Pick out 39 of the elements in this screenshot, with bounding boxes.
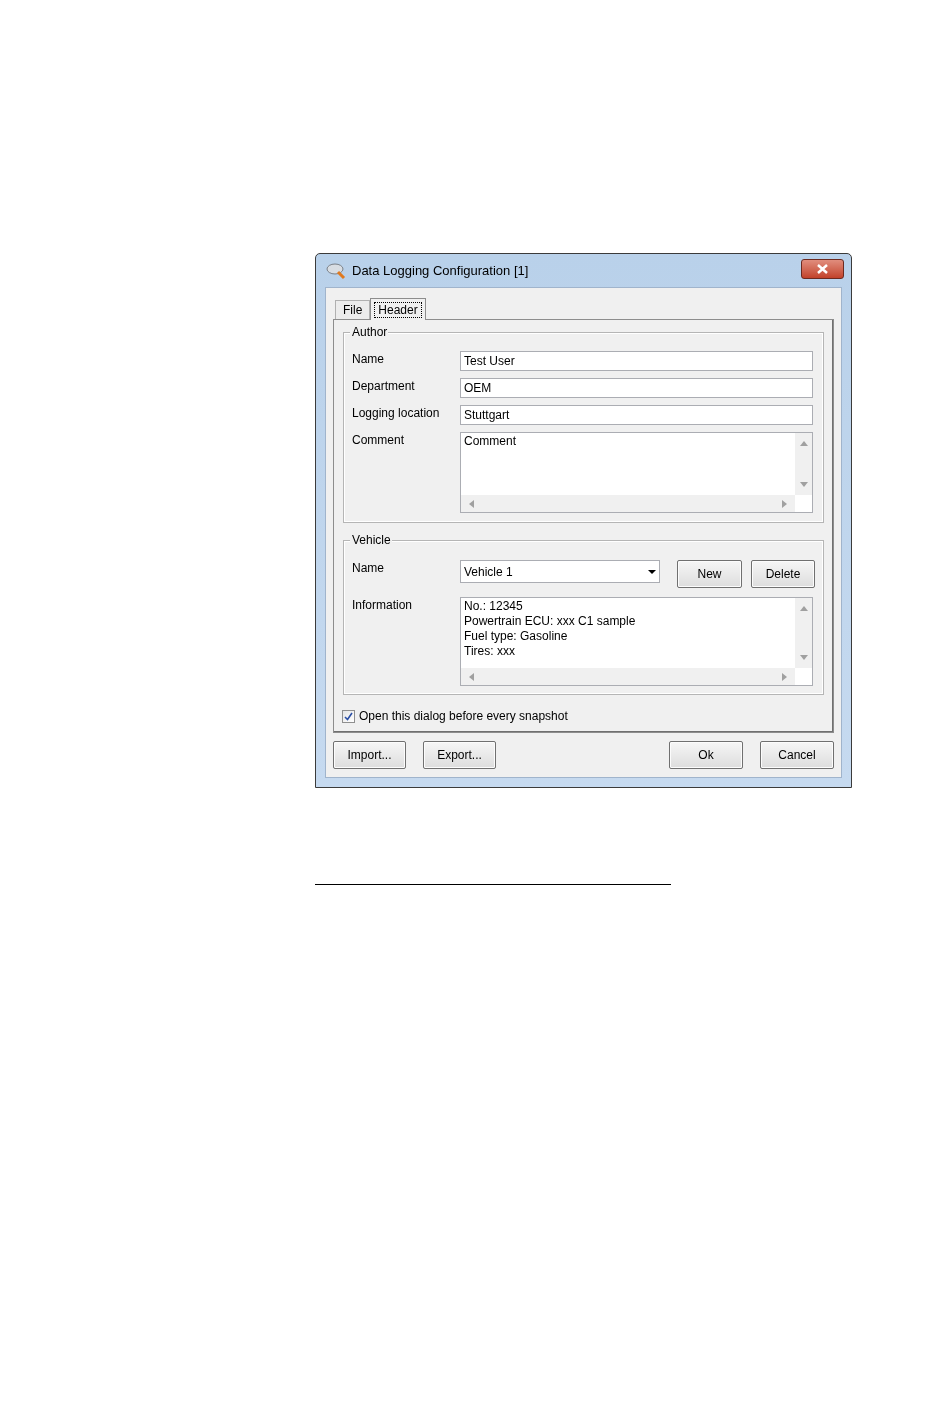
app-icon <box>326 261 346 280</box>
checkbox[interactable] <box>342 709 355 723</box>
dialog-button[interactable]: Delete <box>751 560 815 588</box>
scroll-left-arrow-icon[interactable] <box>469 499 474 508</box>
scroll-right-arrow-icon[interactable] <box>782 672 787 681</box>
vertical-scrollbar[interactable] <box>795 433 812 495</box>
tab[interactable]: Header <box>370 298 426 320</box>
dialog-button[interactable]: Import... <box>333 741 406 769</box>
close-button[interactable] <box>801 258 844 279</box>
scroll-up-arrow-icon[interactable] <box>799 606 808 611</box>
dialog-button[interactable]: New <box>677 560 742 588</box>
scroll-left-arrow-icon[interactable] <box>469 672 474 681</box>
scroll-down-arrow-icon[interactable] <box>799 655 808 660</box>
field-label: Comment <box>352 432 405 449</box>
dialog-button[interactable]: Ok <box>669 741 743 769</box>
comment-field[interactable]: Comment <box>460 432 813 513</box>
horizontal-scrollbar[interactable] <box>461 668 795 685</box>
checkbox-label: Open this dialog before every snapshot <box>359 708 568 725</box>
scroll-down-arrow-icon[interactable] <box>799 482 808 487</box>
vehicle-dropdown[interactable]: Vehicle 1 <box>460 560 660 583</box>
scroll-right-arrow-icon[interactable] <box>782 499 787 508</box>
field-label: Department <box>352 378 416 395</box>
scroll-up-arrow-icon[interactable] <box>799 441 808 446</box>
text-field[interactable]: OEM <box>460 378 813 398</box>
field-label: Information <box>352 597 414 614</box>
text-field[interactable]: Test User <box>460 351 813 371</box>
field-label: Name <box>352 351 385 368</box>
tab[interactable]: File <box>335 300 371 319</box>
information-field[interactable]: No.: 12345 Powertrain ECU: xxx C1 sample Fuel type: Gasoline Tires: xxx <box>460 597 813 686</box>
vertical-scrollbar[interactable] <box>795 598 812 668</box>
horizontal-scrollbar[interactable] <box>461 495 795 512</box>
field-label: Name <box>352 560 385 576</box>
dialog-button[interactable]: Cancel <box>760 741 834 769</box>
dialog-button[interactable]: Export... <box>423 741 496 769</box>
close-icon <box>817 263 828 274</box>
window-title: Data Logging Configuration [1] <box>352 261 529 280</box>
dropdown-caret-icon <box>648 569 656 574</box>
text-field[interactable]: Stuttgart <box>460 405 813 425</box>
field-label: Logging location <box>352 405 441 422</box>
